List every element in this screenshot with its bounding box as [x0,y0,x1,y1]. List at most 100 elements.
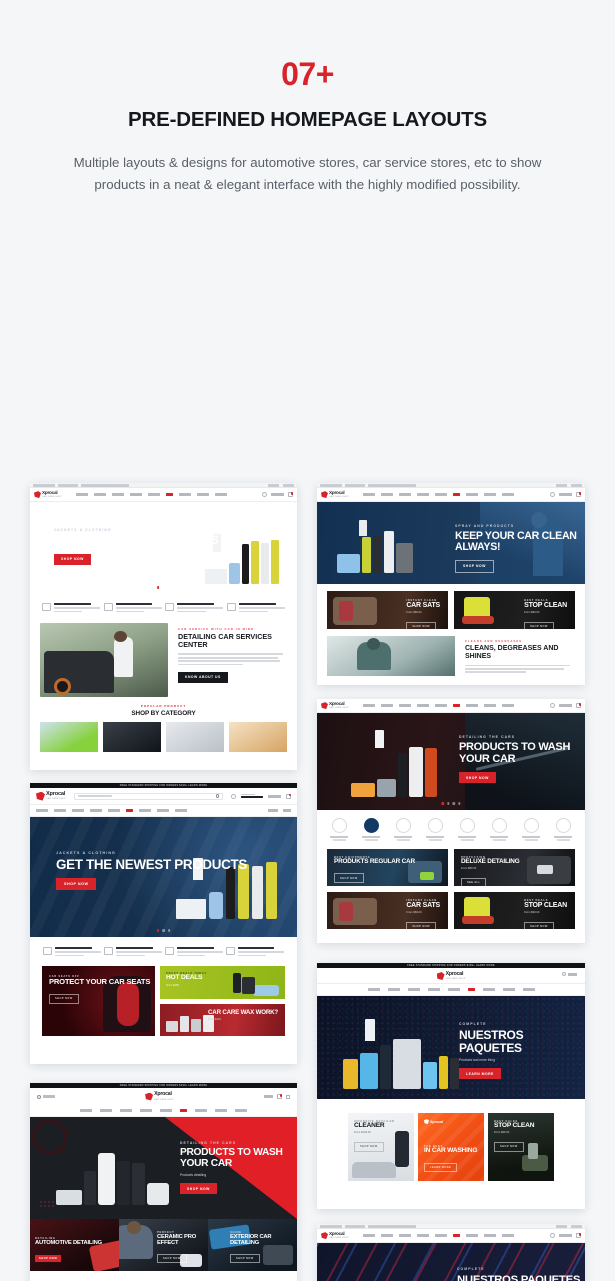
wishlist-icon[interactable] [286,1094,290,1099]
promo-tile[interactable]: PERFECT CERAMIC PRO EFFECT SHOP NOW [119,1219,208,1272]
layout-thumbnail-home-5[interactable]: FREE STANDARD SHIPPING FOR ORDERS $199+ … [30,1083,297,1281]
category-item[interactable] [454,818,480,842]
brand-logo[interactable]: Xprocal CAR CARE SHOP [321,490,349,499]
language-selector[interactable] [268,809,278,813]
tile-cta-button[interactable]: SHOP NOW [524,621,554,630]
category-item[interactable] [326,818,352,842]
category-thumbnails[interactable] [30,722,297,753]
promo-tile[interactable]: SHINE EXTERIOR CAR DETAILING SHOP NOW [208,1219,297,1272]
category-item[interactable] [422,818,448,842]
search-label[interactable] [43,1095,55,1098]
hero-cta-button[interactable]: SHOP NOW [54,554,91,565]
account-link[interactable] [264,1095,273,1099]
hero-cta-button[interactable]: SHOP NOW [180,1183,217,1195]
currency-selector[interactable] [283,809,291,813]
search-icon[interactable] [550,703,555,709]
category-thumb[interactable] [166,722,224,753]
promo-tile[interactable]: Xprocal THE BEST IN CAR WASHING LEARN MO… [418,1113,484,1182]
promo-tile[interactable]: PROTECTION DELUXE DETAILING From $89.00 … [454,849,575,887]
hero-cta-button[interactable]: SHOP NOW [56,878,97,891]
service-cta-button[interactable]: KNOW ABOUT US [178,671,228,683]
category-thumb[interactable] [103,722,161,753]
promo-tile[interactable]: CAR CARE WAX WORK? From $303 [160,1004,285,1037]
category-circles[interactable] [317,810,585,848]
promo-tile[interactable]: BEST SALES STOP CLEAN From $99.00 SHOP N… [488,1113,554,1182]
tile-cta-button[interactable]: SEE ALL [461,877,487,887]
cart-icon[interactable] [277,1094,282,1100]
account-link[interactable] [559,493,572,497]
tile-cta-button[interactable]: SHOP NOW [230,1253,260,1264]
search-icon[interactable] [215,794,219,798]
category-item[interactable] [518,818,544,842]
brand-logo[interactable]: Xprocal CAR CARE SHOP [436,971,466,980]
category-thumb[interactable] [40,722,98,753]
brand-logo[interactable]: Xprocal CAR CARE SHOP [36,791,66,801]
layout-thumbnail-home-4[interactable]: FREE STANDARD SHIPPING FOR ORDERS $199+ … [30,783,297,1065]
mini-nav-links[interactable] [75,493,227,496]
layout-thumbnail-home-7[interactable]: Xprocal CAR CARE SHOP COMPLETE NUESTROS … [317,1224,585,1281]
layout-thumbnail-home-3[interactable]: Xprocal CAR CARE SHOP DETAILING THE CARS… [317,699,585,944]
promo-tile[interactable]: BEST EQUIPMENTS PRODUKTS REGULAR CAR SHO… [327,849,448,887]
promo-tile[interactable]: CAR SEATS OFF PROTECT YOUR CAR SEATS SHO… [42,966,155,1037]
mini-nav-links[interactable] [362,704,514,707]
carousel-dots[interactable] [156,586,171,590]
mini-header[interactable]: Xprocal CAR CARE SHOP [317,968,585,985]
promo-tile[interactable]: INSTANT CLEAN CAR SATS From $69.00 SHOP … [327,892,448,930]
account-link[interactable] [559,704,572,708]
layout-thumbnail-home-2[interactable]: Xprocal CAR CARE SHOP SPRAY AND PRODUCTS… [317,483,585,686]
mini-nav-links[interactable] [317,984,585,997]
account-link[interactable] [568,972,577,976]
category-thumb[interactable] [229,722,287,753]
tile-cta-button[interactable]: SHOP NOW [406,621,436,630]
promo-tile[interactable]: DETAILING AUTOMOTIVE DETAILING SHOP NOW [30,1219,119,1272]
account-icon[interactable] [562,972,566,977]
mini-header[interactable]: Xprocal CAR CARE SHOP [30,1088,297,1106]
category-item[interactable] [358,818,384,842]
search-icon[interactable] [550,1233,555,1239]
brand-logo[interactable]: Xprocal CAR CARE SHOP [321,1231,349,1240]
mini-nav-links[interactable] [362,1234,514,1237]
category-item[interactable] [550,818,576,842]
carousel-dots[interactable] [441,802,461,806]
promo-tile[interactable]: CRAZY DEALS TODAY HOT DEALS From $250 [160,966,285,1000]
tile-cta-button[interactable]: SHOP NOW [354,1142,384,1152]
cart-icon[interactable] [576,492,581,498]
promo-tile[interactable]: INTENSIVE DETAILER CLEANER From $109.00 … [348,1113,414,1182]
tile-cta-button[interactable]: SHOP NOW [49,993,79,1004]
mini-nav-links[interactable] [30,805,297,818]
brand-logo[interactable]: Xprocal CAR CARE SHOP [321,701,349,710]
cart-icon[interactable] [576,1233,581,1239]
layout-thumbnail-home-1[interactable]: Xprocal CAR CARE SHOP JACKETS & CLOTHING… [30,483,297,771]
cart-icon[interactable] [288,492,293,498]
tile-cta-button[interactable]: SHOP NOW [35,1254,62,1263]
promo-tile[interactable]: BEST DEALS STOP CLEAN From $99.00 SHOP N… [454,591,575,630]
search-icon[interactable] [262,492,267,498]
mini-nav-links[interactable] [30,1105,297,1118]
mini-navbar[interactable]: Xprocal CAR CARE SHOP [317,699,585,714]
mini-navbar[interactable]: Xprocal CAR CARE SHOP [30,488,297,503]
search-icon[interactable] [37,1094,41,1099]
category-item[interactable] [390,818,416,842]
layout-thumbnail-home-6[interactable]: FREE STANDARD SHIPPING FOR ORDERS $199+ … [317,963,585,1210]
tile-cta-button[interactable]: SHOP NOW [524,921,554,930]
mini-header[interactable]: Xprocal CAR CARE SHOP [30,788,297,806]
account-link[interactable] [271,493,284,497]
brand-logo[interactable]: Xprocal CAR CARE SHOP [145,1092,174,1101]
promo-tile[interactable]: INSTANT CLEAN CAR SATS From $69.00 SHOP … [327,591,448,630]
hero-cta-button[interactable]: SHOP NOW [455,559,494,573]
mini-navbar[interactable]: Xprocal CAR CARE SHOP [317,488,585,503]
cart-icon[interactable] [286,793,291,799]
tile-cta-button[interactable]: SHOP NOW [334,873,364,884]
search-input[interactable] [73,792,223,800]
cart-icon[interactable] [576,703,581,709]
tile-cta-button[interactable]: LEARN MORE [424,1162,458,1173]
search-icon[interactable] [550,492,555,498]
promo-tile[interactable]: BEST DEALS STOP CLEAN From $99.00 SHOP N… [454,892,575,930]
carousel-dots[interactable] [156,929,171,933]
mini-nav-links[interactable] [362,493,514,496]
brand-logo[interactable]: Xprocal CAR CARE SHOP [34,490,62,499]
tile-cta-button[interactable]: SHOP NOW [157,1253,187,1264]
tile-cta-button[interactable]: SHOP NOW [406,921,436,930]
mini-navbar[interactable]: Xprocal CAR CARE SHOP [317,1229,585,1244]
category-item[interactable] [486,818,512,842]
